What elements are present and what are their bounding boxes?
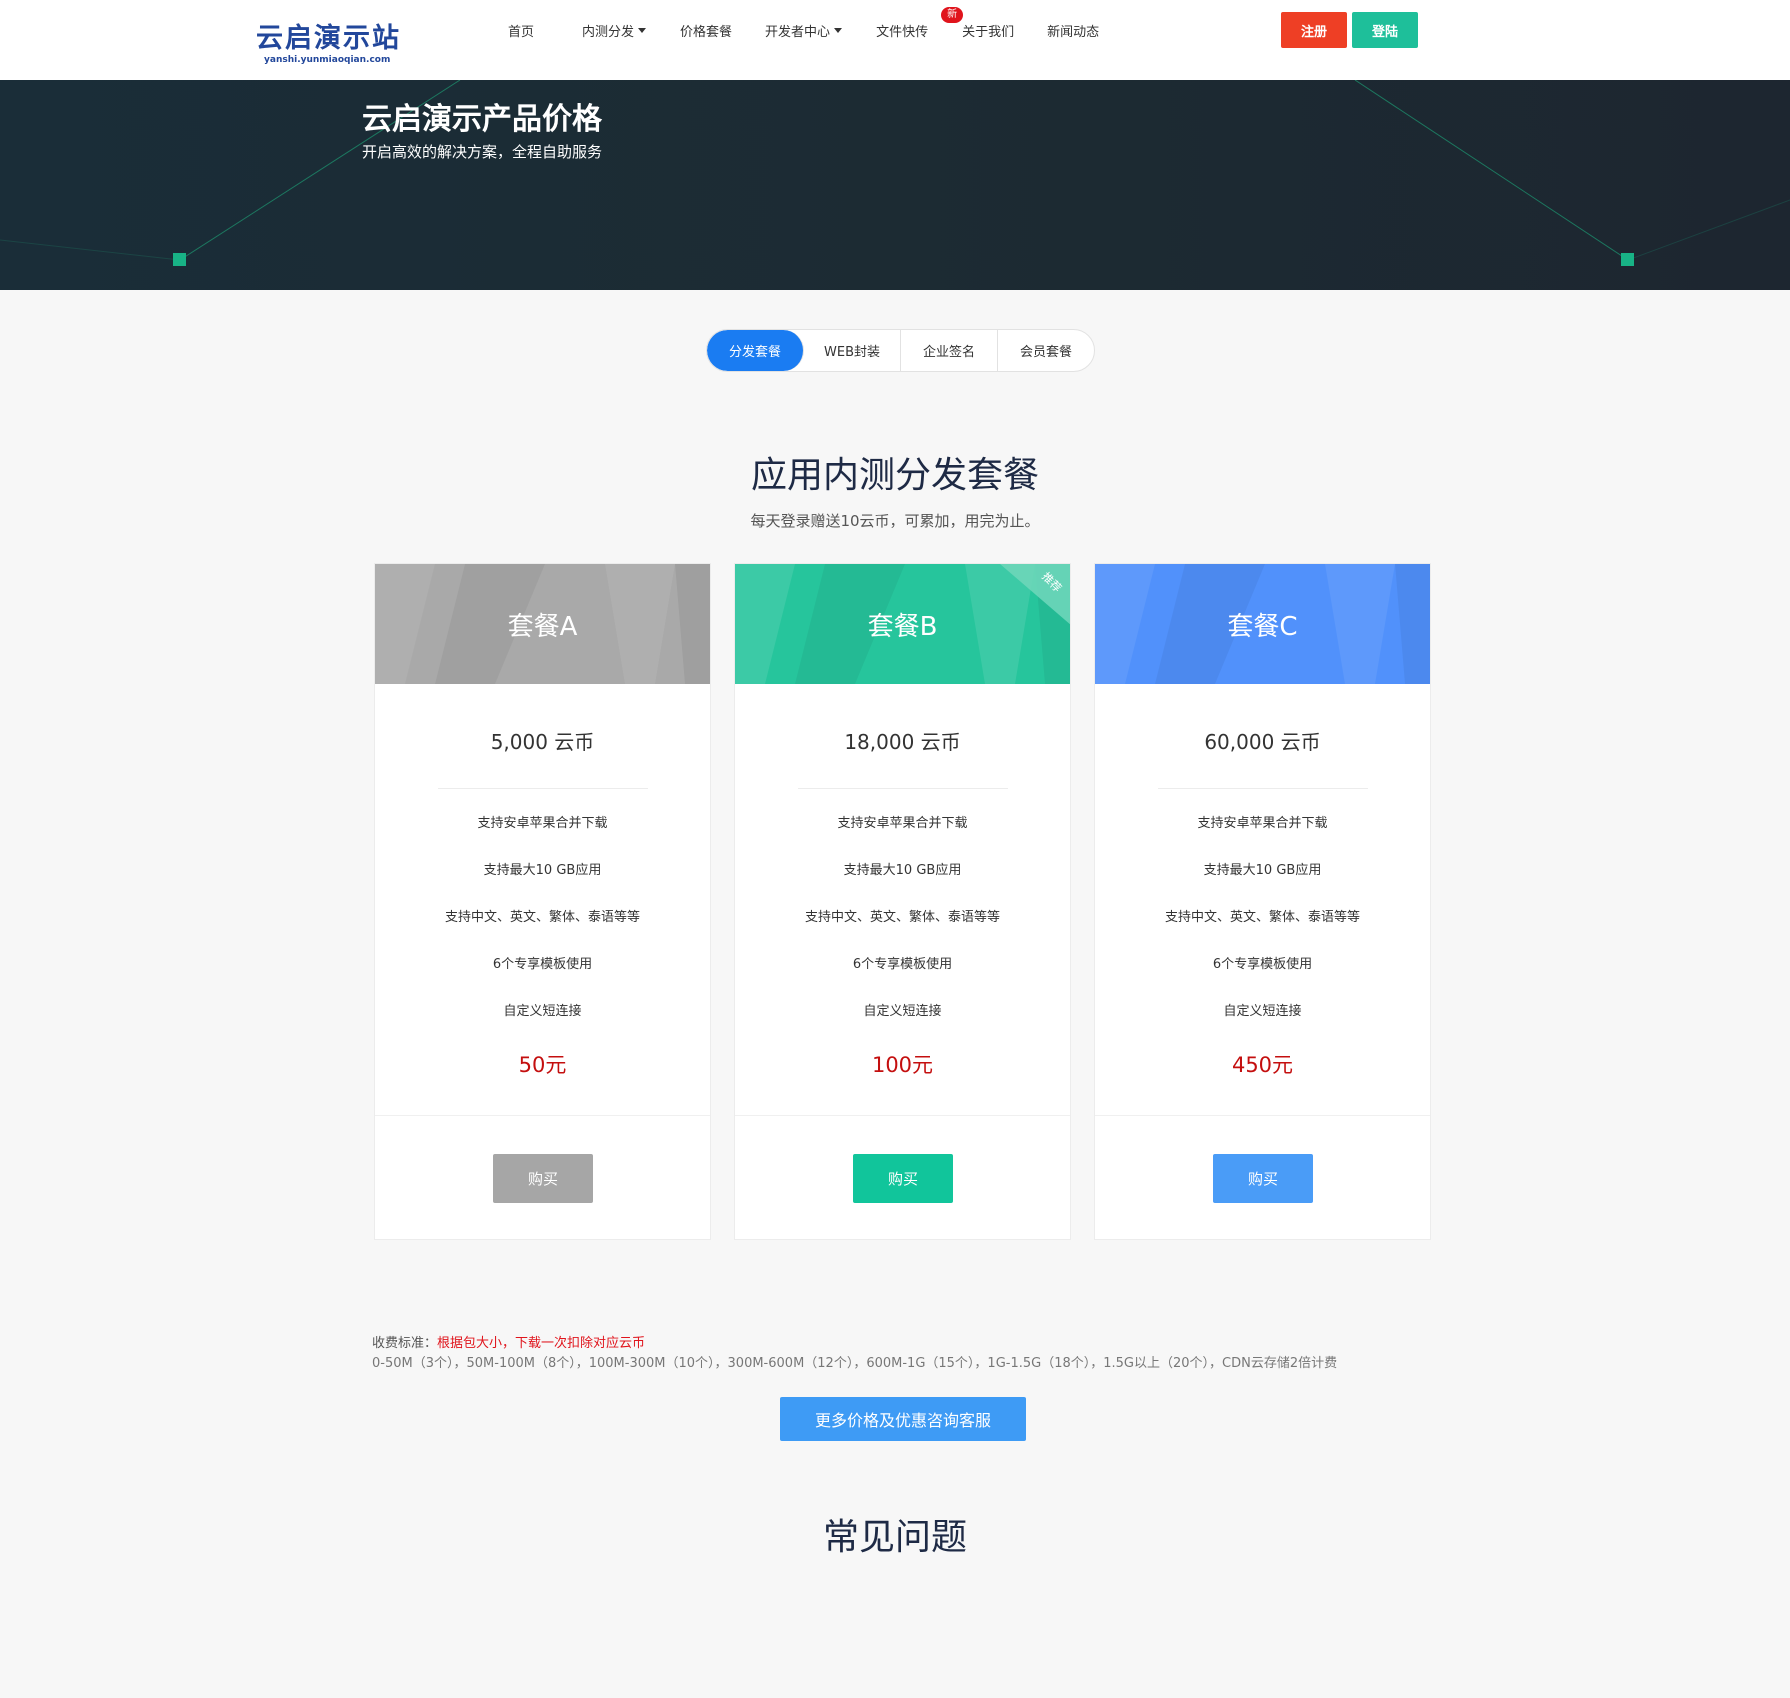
main-nav: 首页 内测分发 价格套餐 开发者中心 文件快传新 关于我们 新闻动态 xyxy=(508,0,1099,60)
banner-decoration xyxy=(0,80,1790,266)
list-item: 支持最大10 GB应用 xyxy=(483,863,602,878)
chevron-down-icon xyxy=(834,27,843,33)
fee-label: 收费标准： xyxy=(372,1336,438,1351)
buy-button-c[interactable]: 购买 xyxy=(1213,1154,1313,1203)
plan-price: 50元 xyxy=(518,1053,567,1077)
plan-coins: 5,000 云币 xyxy=(490,730,595,754)
contact-support-button[interactable]: 更多价格及优惠咨询客服 xyxy=(780,1397,1026,1441)
top-header: 云启演示站 yanshi.yunmiaoqian.com 首页 内测分发 价格套… xyxy=(0,0,1790,80)
buy-button-b[interactable]: 购买 xyxy=(853,1154,953,1203)
fee-highlight: 根据包大小，下载一次扣除对应云币 xyxy=(437,1336,646,1351)
tab-web-wrap[interactable]: WEB封装 xyxy=(804,330,901,371)
list-item: 支持安卓苹果合并下载 xyxy=(837,816,968,831)
plan-category-tabs: 分发套餐 WEB封装 企业签名 会员套餐 xyxy=(706,329,1095,372)
buy-button-a[interactable]: 购买 xyxy=(493,1154,593,1203)
list-item: 自定义短连接 xyxy=(1223,1004,1302,1019)
list-item: 6个专享模板使用 xyxy=(1212,957,1313,972)
plan-card-b: 推荐 套餐B 18,000 云币 支持安卓苹果合并下载 支持最大10 GB应用 … xyxy=(734,563,1071,1240)
list-item: 支持最大10 GB应用 xyxy=(1203,863,1322,878)
plan-name: 套餐A xyxy=(507,611,578,642)
nav-home[interactable]: 首页 xyxy=(508,21,534,40)
plan-card-a: 套餐A 5,000 云币 支持安卓苹果合并下载 支持最大10 GB应用 支持中文… xyxy=(374,563,711,1240)
login-button[interactable]: 登陆 xyxy=(1352,12,1418,48)
section-title: 应用内测分发套餐 xyxy=(750,455,1039,496)
nav-news[interactable]: 新闻动态 xyxy=(1047,21,1099,40)
nav-about[interactable]: 关于我们 xyxy=(962,21,1014,40)
nav-file-transfer[interactable]: 文件快传新 xyxy=(876,6,964,40)
list-item: 支持安卓苹果合并下载 xyxy=(1197,816,1328,831)
divider xyxy=(797,788,1008,789)
section-subtitle: 每天登录赠送10云币，可累加，用完为止。 xyxy=(750,512,1040,530)
plan-card-header: 套餐A xyxy=(375,564,710,684)
list-item: 6个专享模板使用 xyxy=(852,957,953,972)
hero-banner: 云启演示产品价格 开启高效的解决方案，全程自助服务 xyxy=(0,80,1790,290)
plan-card-c: 套餐C 60,000 云币 支持安卓苹果合并下载 支持最大10 GB应用 支持中… xyxy=(1094,563,1431,1240)
list-item: 支持最大10 GB应用 xyxy=(843,863,962,878)
tab-distribution[interactable]: 分发套餐 xyxy=(707,330,804,371)
fee-detail: 0-50M（3个），50M-100M（8个），100M-300M（10个），30… xyxy=(372,1356,1338,1371)
divider xyxy=(1157,788,1368,789)
nav-pricing[interactable]: 价格套餐 xyxy=(680,21,732,40)
plan-card-header: 推荐 套餐B xyxy=(735,564,1070,684)
list-item: 自定义短连接 xyxy=(863,1004,942,1019)
plan-card-footer: 购买 xyxy=(1095,1115,1430,1240)
logo-text: 云启演示站 xyxy=(256,23,401,54)
site-logo[interactable]: 云启演示站 yanshi.yunmiaoqian.com xyxy=(256,24,401,66)
divider xyxy=(437,788,648,789)
feature-list: 支持安卓苹果合并下载 支持最大10 GB应用 支持中文、英文、繁体、泰语等等 6… xyxy=(1095,814,1430,1049)
list-item: 6个专享模板使用 xyxy=(492,957,593,972)
list-item: 支持中文、英文、繁体、泰语等等 xyxy=(1164,910,1360,925)
plan-price: 450元 xyxy=(1231,1053,1294,1077)
new-badge: 新 xyxy=(941,6,964,23)
plan-card-footer: 购买 xyxy=(375,1115,710,1240)
banner-title: 云启演示产品价格 xyxy=(362,102,602,137)
tab-membership[interactable]: 会员套餐 xyxy=(998,330,1094,371)
plan-coins: 60,000 云币 xyxy=(1204,730,1321,754)
plan-name: 套餐B xyxy=(867,611,938,642)
plan-card-footer: 购买 xyxy=(735,1115,1070,1240)
fee-standard: 收费标准：根据包大小，下载一次扣除对应云币 xyxy=(372,1332,645,1351)
list-item: 支持安卓苹果合并下载 xyxy=(477,816,608,831)
feature-list: 支持安卓苹果合并下载 支持最大10 GB应用 支持中文、英文、繁体、泰语等等 6… xyxy=(735,814,1070,1049)
list-item: 自定义短连接 xyxy=(503,1004,582,1019)
logo-domain: yanshi.yunmiaoqian.com xyxy=(264,55,391,65)
plan-coins: 18,000 云币 xyxy=(844,730,961,754)
nav-beta-distribution[interactable]: 内测分发 xyxy=(582,21,647,40)
plan-price: 100元 xyxy=(871,1053,934,1077)
feature-list: 支持安卓苹果合并下载 支持最大10 GB应用 支持中文、英文、繁体、泰语等等 6… xyxy=(375,814,710,1049)
register-button[interactable]: 注册 xyxy=(1281,12,1347,48)
list-item: 支持中文、英文、繁体、泰语等等 xyxy=(804,910,1000,925)
faq-title: 常见问题 xyxy=(822,1517,967,1558)
nav-developer-center[interactable]: 开发者中心 xyxy=(765,21,843,40)
banner-subtitle: 开启高效的解决方案，全程自助服务 xyxy=(362,143,603,161)
chevron-down-icon xyxy=(638,27,647,33)
plan-card-header: 套餐C xyxy=(1095,564,1430,684)
tab-enterprise-sign[interactable]: 企业签名 xyxy=(901,330,998,371)
plan-name: 套餐C xyxy=(1227,611,1298,642)
list-item: 支持中文、英文、繁体、泰语等等 xyxy=(444,910,640,925)
